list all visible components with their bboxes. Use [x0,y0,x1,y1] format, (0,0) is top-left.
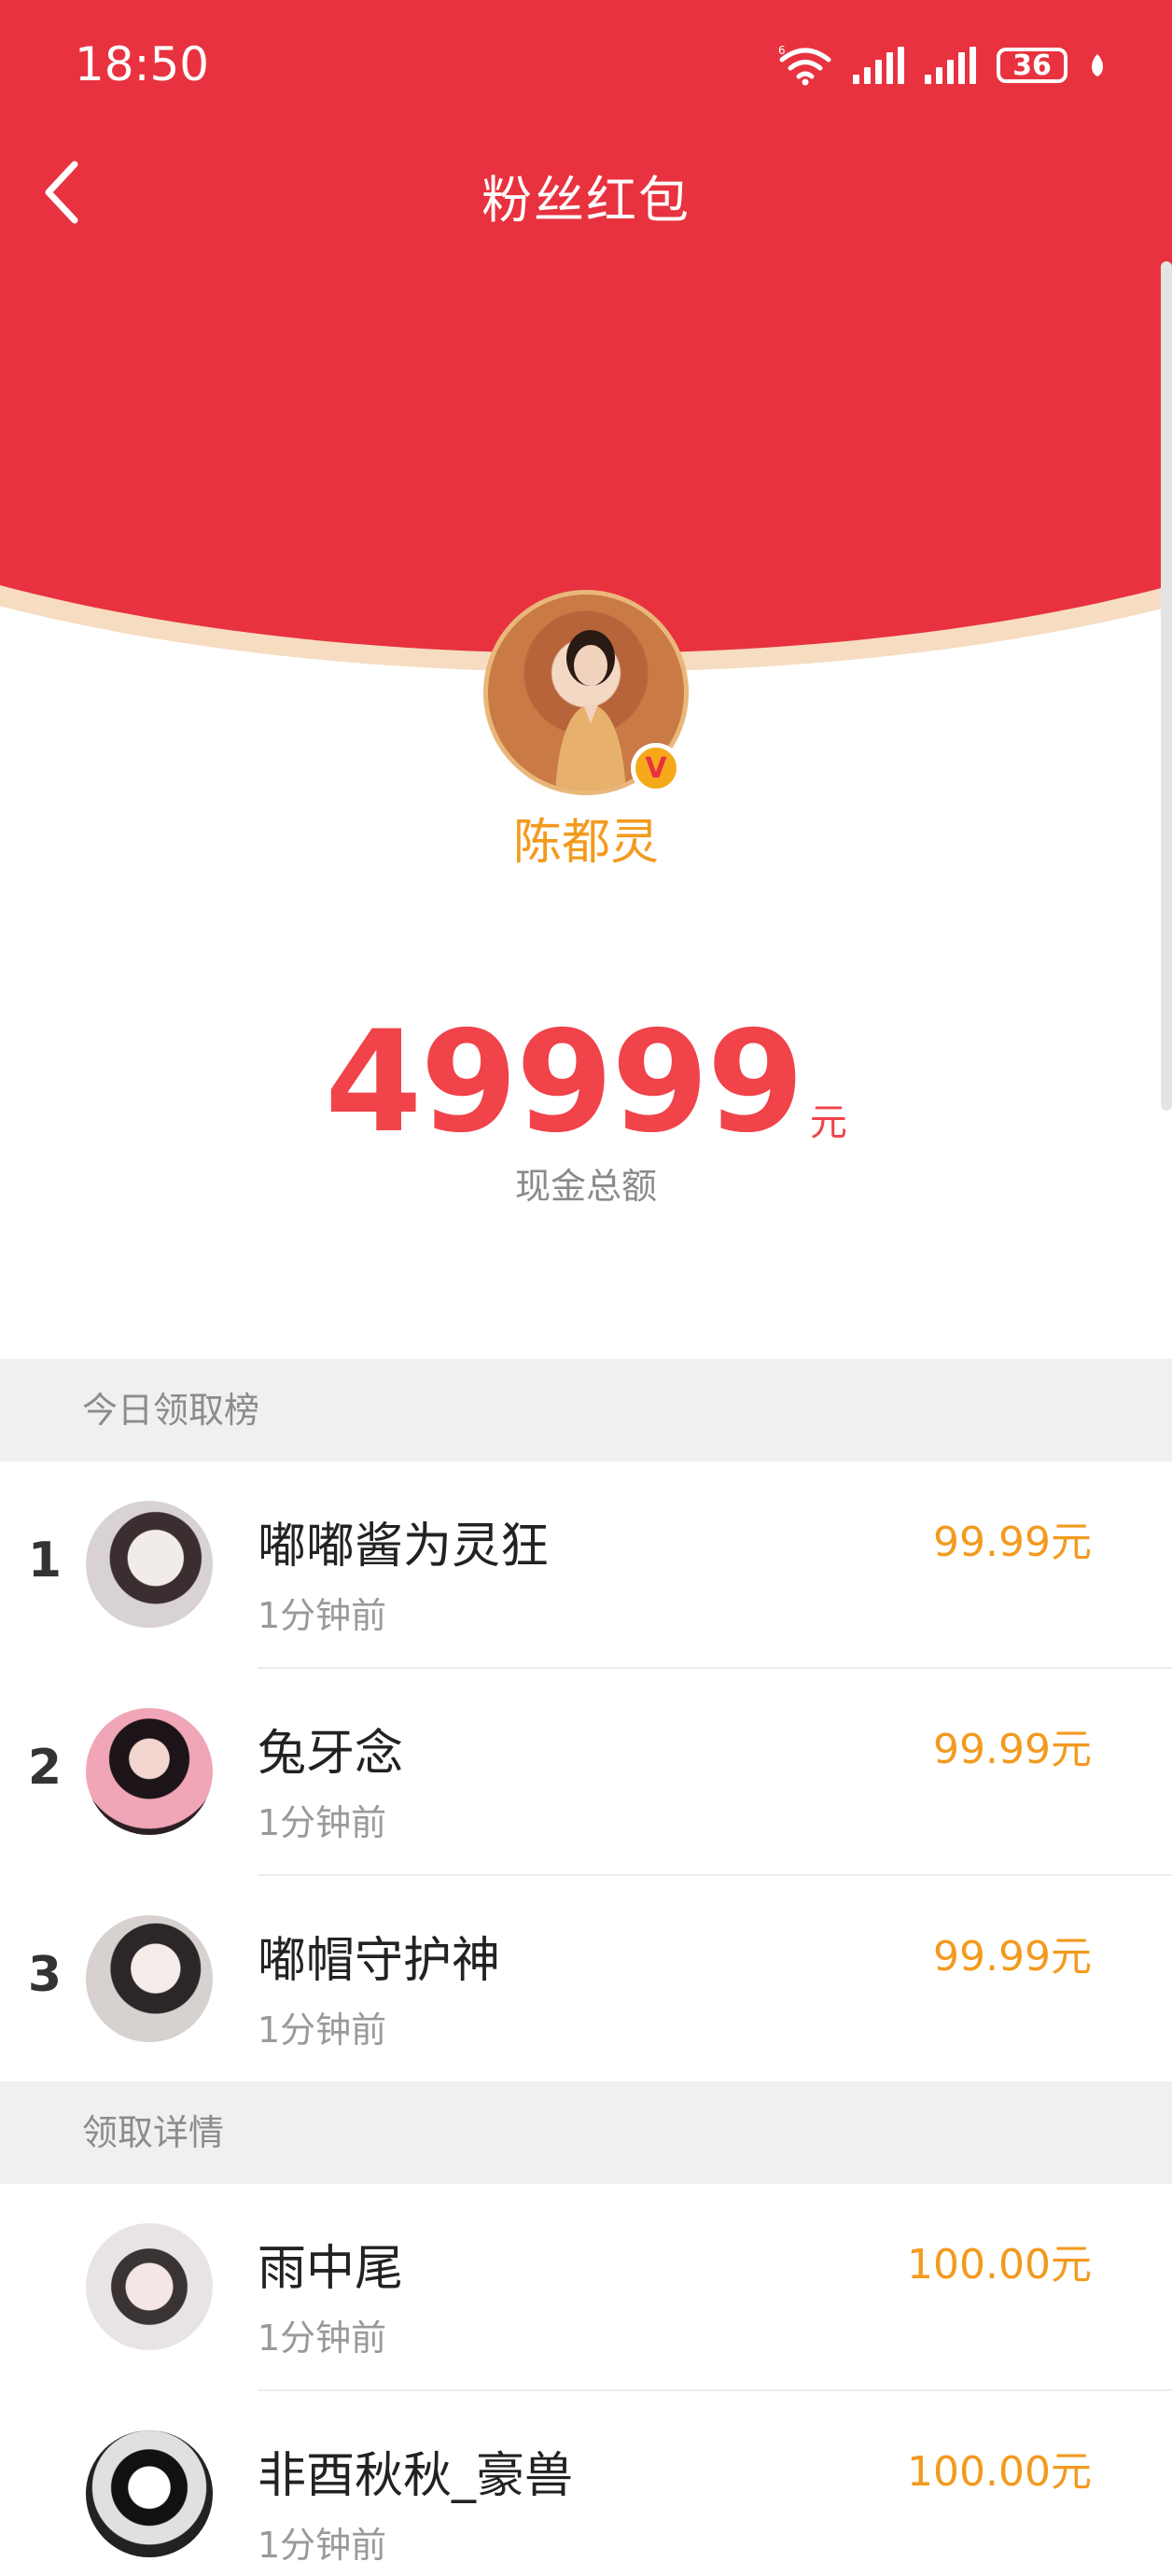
claim-time: 1分钟前 [258,2009,387,2051]
leaf-icon [1092,54,1103,77]
claim-time: 1分钟前 [258,1595,387,1636]
red-packet-page: 18:50 6 36 粉丝红包 V 陈都灵 49999 元 现金总额 今日领取榜… [0,0,1172,2576]
host-avatar-figure [555,630,626,791]
claim-time: 1分钟前 [258,2525,387,2566]
user-name: 兔牙念 [258,1726,404,1782]
claim-amount: 100.00元 [907,2448,1092,2496]
claim-amount: 100.00元 [907,2241,1092,2289]
host-name[interactable]: 陈都灵 [0,803,1172,873]
avatar[interactable] [86,1501,213,1628]
total-amount: 49999 [325,1001,804,1164]
claim-amount: 99.99元 [933,1519,1092,1566]
status-bar: 18:50 6 36 [0,0,1172,131]
avatar[interactable] [86,2223,213,2350]
avatar[interactable] [86,1708,213,1835]
leaderboard-row[interactable]: 3 嘟帽守护神 1分钟前 99.99元 [0,1876,1172,2083]
total-amount-block: 49999 元 [0,1008,1172,1157]
status-icons: 6 36 [778,41,1107,90]
leaderboard-row[interactable]: 2 兔牙念 1分钟前 99.99元 [0,1669,1172,1876]
total-amount-unit: 元 [809,1101,847,1144]
avatar[interactable] [86,2430,213,2557]
rank-number: 2 [27,1740,63,1796]
total-amount-label: 现金总额 [514,1166,657,1207]
network-badge: 6 [778,45,786,57]
detail-row[interactable]: 雨中尾 1分钟前 100.00元 [0,2184,1172,2391]
rank-number: 1 [27,1533,63,1589]
page-title: 粉丝红包 [481,171,691,230]
claim-amount: 99.99元 [933,1726,1092,1773]
status-time: 18:50 [75,37,210,91]
leaderboard-row[interactable]: 1 嘟嘟酱为灵狂 1分钟前 99.99元 [0,1462,1172,1669]
user-name: 非酉秋秋_豪兽 [258,2448,574,2504]
battery-icon: 36 [997,48,1067,83]
user-name: 嘟嘟酱为灵狂 [258,1519,550,1575]
rank-number: 3 [27,1947,63,2003]
claim-amount: 99.99元 [933,1933,1092,1981]
avatar[interactable] [86,1915,213,2042]
user-name: 嘟帽守护神 [258,1933,501,1989]
section-claim-details: 领取详情 [0,2081,1172,2184]
scrollbar[interactable] [1161,261,1172,1111]
user-name: 雨中尾 [258,2241,404,2297]
claim-time: 1分钟前 [258,1802,387,1843]
verified-badge: V [631,743,681,793]
section-today-leaderboard: 今日领取榜 [0,1359,1172,1462]
wifi-icon: 6 [778,45,831,86]
signal-icon-2 [925,47,976,84]
claim-time: 1分钟前 [258,2317,387,2359]
detail-row[interactable]: 非酉秋秋_豪兽 1分钟前 100.00元 [0,2391,1172,2576]
signal-icon-1 [853,47,904,84]
